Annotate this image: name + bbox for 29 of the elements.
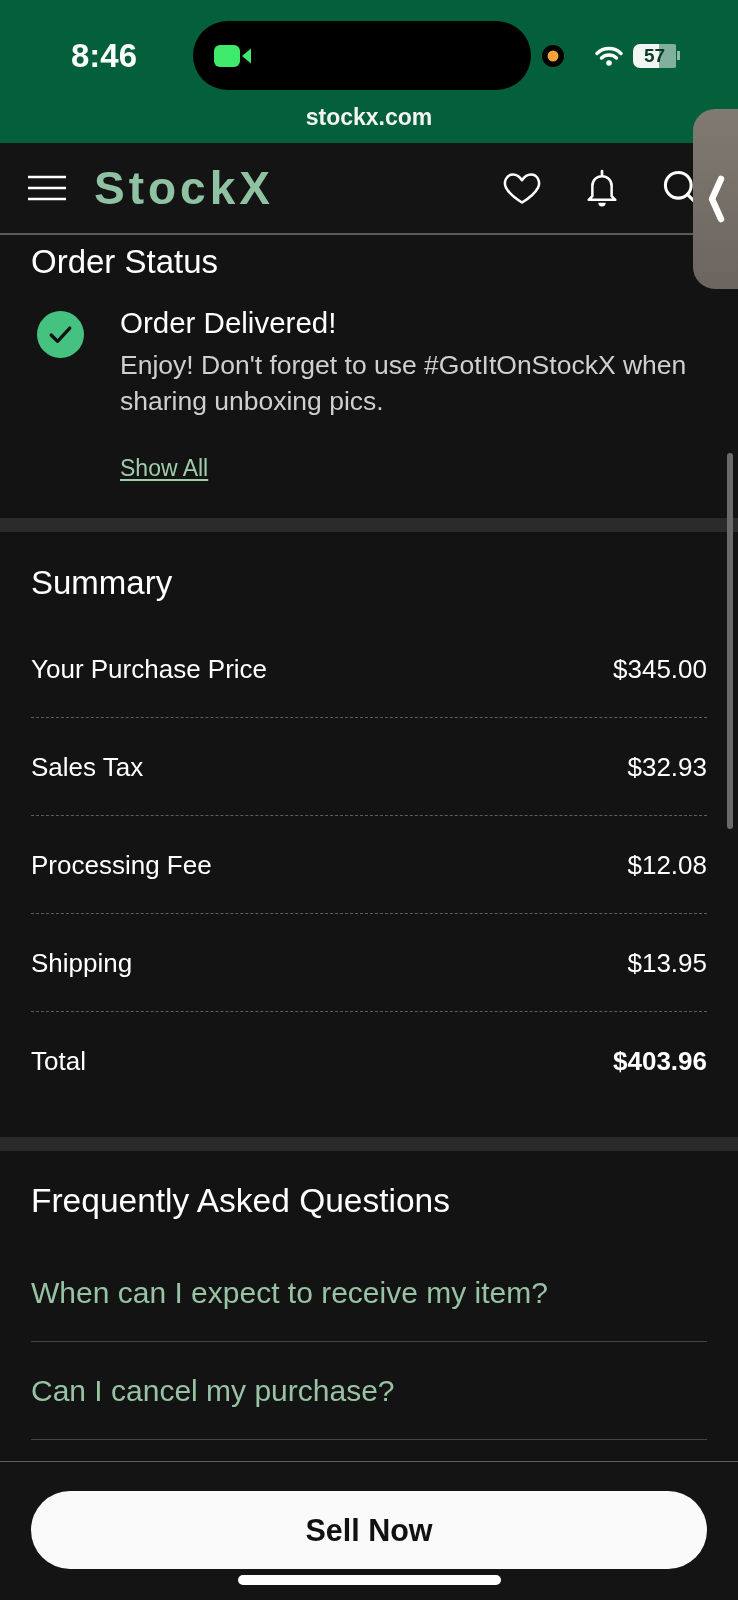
summary-label: Total [31, 1046, 86, 1076]
summary-label: Shipping [31, 947, 133, 978]
site-logo[interactable]: StockX [94, 165, 274, 211]
summary-amount: $32.93 [627, 751, 707, 782]
battery-indicator: 57 [633, 43, 680, 68]
event-description: Enjoy! Don't forget to use #GotItOnStockX when sharing unboxing pics. [120, 349, 688, 418]
faq-question-link[interactable]: Can I cancel my purchase? [31, 1372, 395, 1409]
faq-question-link[interactable]: When can I expect to receive my item? [31, 1274, 548, 1311]
summary-label: Your Purchase Price [31, 653, 268, 684]
status-time: 8:46 [71, 37, 138, 74]
show-all-link[interactable]: Show All [120, 455, 209, 481]
section-title: Summary [31, 564, 174, 602]
menu-icon[interactable] [28, 175, 66, 201]
indicator-dot-icon [542, 44, 564, 67]
sell-now-button[interactable]: Sell Now [31, 1491, 707, 1569]
video-camera-icon [214, 44, 252, 67]
event-title: Order Delivered! [120, 306, 338, 340]
section-title: Order Status [31, 243, 220, 281]
summary-label: Processing Fee [31, 849, 212, 880]
summary-label: Sales Tax [31, 751, 144, 782]
summary-amount: $12.08 [627, 849, 707, 880]
section-title: Frequently Asked Questions [31, 1181, 451, 1221]
summary-amount: $345.00 [613, 653, 707, 684]
address-text[interactable]: stockx.com [305, 103, 433, 130]
wifi-icon [595, 45, 623, 66]
summary-amount: $13.95 [627, 947, 707, 978]
side-tab-handle[interactable] [693, 109, 738, 289]
heart-icon[interactable] [502, 171, 542, 205]
summary-amount: $403.96 [613, 1046, 707, 1076]
